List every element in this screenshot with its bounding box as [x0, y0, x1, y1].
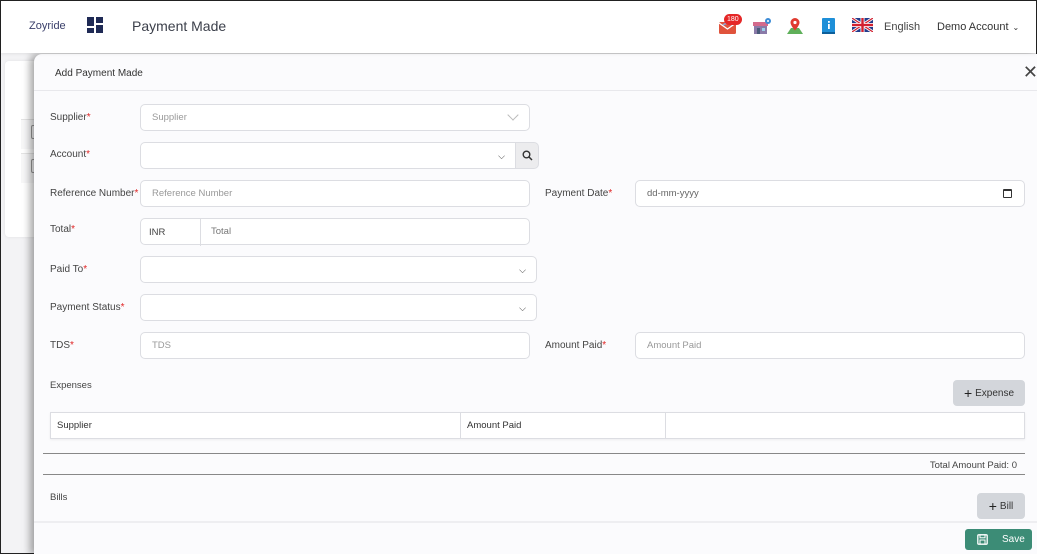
- add-expense-button[interactable]: + Expense: [953, 380, 1025, 406]
- chevron-down-icon: [507, 109, 519, 121]
- floppy-disk-icon: [977, 534, 988, 545]
- payment-status-label: Payment Status*: [50, 302, 125, 313]
- amount-paid-label: Amount Paid*: [545, 340, 607, 351]
- page-title: Payment Made: [132, 18, 227, 34]
- account-search-button[interactable]: [516, 142, 539, 169]
- tds-input[interactable]: TDS: [140, 332, 530, 359]
- reference-number-label: Reference Number*: [50, 188, 139, 199]
- top-header: Zoyride Payment Made 180 English Demo Ac…: [1, 1, 1036, 53]
- column-header-supplier: Supplier: [51, 413, 461, 438]
- chevron-down-icon: ⌵: [498, 151, 505, 161]
- tds-label: TDS*: [50, 340, 74, 351]
- column-header-actions: [666, 413, 1024, 438]
- chevron-down-icon: ⌵: [519, 303, 526, 313]
- notification-badge: 180: [724, 14, 742, 25]
- supplier-placeholder: Supplier: [152, 112, 187, 123]
- column-header-amount-paid: Amount Paid: [461, 413, 666, 438]
- account-select[interactable]: ⌵: [140, 142, 516, 169]
- total-label: Total*: [50, 224, 76, 235]
- payment-date-label: Payment Date*: [545, 188, 613, 199]
- footer-divider: [34, 521, 1037, 523]
- save-button[interactable]: Save: [965, 529, 1032, 550]
- paid-to-select[interactable]: ⌵: [140, 256, 537, 283]
- account-menu[interactable]: Demo Account ⌄: [937, 21, 1019, 33]
- close-icon[interactable]: ✕: [1023, 63, 1037, 81]
- plus-icon: +: [963, 385, 973, 401]
- account-label: Account*: [50, 149, 91, 160]
- map-pin-icon[interactable]: [785, 16, 805, 36]
- chevron-down-icon: ⌄: [1012, 23, 1020, 32]
- dashboard-grid-icon[interactable]: [87, 17, 103, 33]
- account-name: Demo Account: [937, 21, 1009, 33]
- payment-status-select[interactable]: ⌵: [140, 294, 537, 321]
- divider: [43, 474, 1025, 475]
- amount-paid-input[interactable]: Amount Paid: [635, 332, 1025, 359]
- uk-flag-icon[interactable]: [851, 16, 874, 34]
- info-book-icon[interactable]: [819, 16, 839, 36]
- calendar-icon[interactable]: [1003, 189, 1012, 198]
- modal-title: Add Payment Made: [55, 68, 143, 79]
- expenses-table: Supplier Amount Paid: [50, 412, 1025, 439]
- chevron-down-icon: ⌵: [519, 265, 526, 275]
- expenses-title: Expenses: [50, 380, 92, 391]
- payment-date-input[interactable]: dd-mm-yyyy: [635, 180, 1025, 207]
- store-location-icon[interactable]: [752, 16, 772, 36]
- plus-icon: +: [988, 498, 997, 514]
- brand-name[interactable]: Zoyride: [29, 20, 66, 32]
- language-selector[interactable]: English: [884, 21, 920, 33]
- search-icon: [522, 150, 533, 161]
- supplier-select[interactable]: Supplier: [140, 104, 530, 131]
- add-bill-button[interactable]: + Bill: [977, 493, 1025, 519]
- add-payment-modal: Add Payment Made ✕ Supplier* Supplier Ac…: [34, 54, 1037, 554]
- modal-header: Add Payment Made ✕: [34, 54, 1037, 91]
- reference-number-input[interactable]: Reference Number: [140, 180, 530, 207]
- paid-to-label: Paid To*: [50, 264, 88, 275]
- total-input[interactable]: INR Total: [140, 218, 530, 246]
- bills-title: Bills: [50, 492, 68, 503]
- total-amount-paid: Total Amount Paid: 0: [929, 460, 1017, 471]
- currency-addon: INR: [141, 219, 201, 246]
- divider: [43, 453, 1025, 454]
- supplier-label: Supplier*: [50, 112, 91, 123]
